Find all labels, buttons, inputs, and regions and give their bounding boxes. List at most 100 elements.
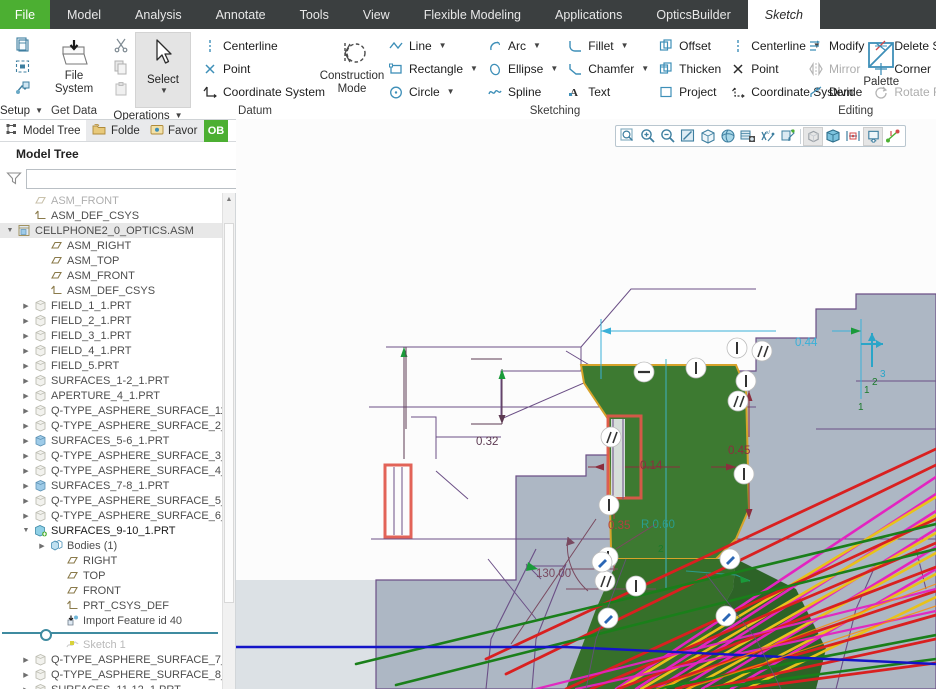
dim-0-32-text[interactable]: 0.32 (476, 436, 498, 448)
model-tree-item[interactable]: ▶Q-TYPE_ASPHERE_SURFACE_3_1.PRT (0, 448, 222, 463)
zoom-out-icon[interactable] (658, 127, 678, 146)
line-button[interactable]: Line▼ (385, 34, 484, 57)
tree-expand-arrow-icon[interactable]: ▶ (20, 392, 32, 400)
menu-tools[interactable]: Tools (283, 0, 346, 29)
dim-2a-text[interactable]: 2 (658, 544, 664, 555)
menu-flexible-modeling[interactable]: Flexible Modeling (407, 0, 538, 29)
model-tree-item[interactable]: ASM_RIGHT (0, 238, 222, 253)
model-tree-item[interactable]: ▼CELLPHONE2_0_OPTICS.ASM (0, 223, 222, 238)
tree-expand-arrow-icon[interactable]: ▶ (20, 362, 32, 370)
menu-model[interactable]: Model (50, 0, 118, 29)
tree-expand-arrow-icon[interactable]: ▶ (20, 497, 32, 505)
appearance-icon[interactable] (10, 78, 34, 99)
model-tree-scrollbar[interactable]: ▲ (222, 193, 235, 689)
corner-button[interactable]: Corner (870, 57, 936, 80)
dim-r-0-60-text[interactable]: R 0.60 (641, 519, 675, 531)
model-tree-item[interactable]: RIGHT (0, 553, 222, 568)
model-tree-item[interactable]: ASM_DEF_CSYS (0, 283, 222, 298)
menu-applications[interactable]: Applications (538, 0, 639, 29)
scrollbar-thumb[interactable] (224, 223, 234, 603)
tree-expand-arrow-icon[interactable]: ▶ (36, 542, 48, 550)
insert-here-indicator[interactable] (0, 628, 222, 637)
thicken-button[interactable]: Thicken (655, 57, 727, 80)
tree-expand-arrow-icon[interactable]: ▶ (20, 422, 32, 430)
model-tree-item[interactable]: ▶FIELD_5.PRT (0, 358, 222, 373)
refit-icon[interactable] (678, 127, 698, 146)
chevron-down-icon[interactable]: ▼ (160, 86, 168, 95)
tree-expand-arrow-icon[interactable]: ▶ (20, 512, 32, 520)
sketch-constraints-icon[interactable] (883, 127, 903, 146)
tree-expand-arrow-icon[interactable]: ▶ (20, 377, 32, 385)
model-tree-item[interactable]: ▶FIELD_4_1.PRT (0, 343, 222, 358)
tab-model-tree[interactable]: Model Tree (0, 120, 86, 141)
tree-expand-arrow-icon[interactable]: ▶ (20, 437, 32, 445)
model-tree-list[interactable]: ASM_FRONTASM_DEF_CSYS▼CELLPHONE2_0_OPTIC… (0, 193, 222, 689)
annotation-display-icon[interactable] (778, 127, 798, 146)
datum-point-button[interactable]: Point (199, 57, 331, 80)
cut-icon[interactable] (109, 34, 133, 55)
dim-0-14-text[interactable]: 0.14 (640, 460, 662, 472)
delete-segment-button[interactable]: Delete Segment (870, 34, 936, 57)
tree-expand-arrow-icon[interactable]: ▶ (20, 656, 32, 664)
model-tree-item[interactable]: ▶FIELD_1_1.PRT (0, 298, 222, 313)
dim-2b-text[interactable]: 2 (872, 377, 878, 388)
rectangle-button[interactable]: Rectangle▼ (385, 57, 484, 80)
tree-expand-arrow-icon[interactable]: ▶ (20, 407, 32, 415)
text-button[interactable]: A Text (564, 80, 655, 103)
spline-button[interactable]: Spline (484, 80, 564, 103)
model-tree-item[interactable]: ▶SURFACES_5-6_1.PRT (0, 433, 222, 448)
model-tree-item[interactable]: ▶Q-TYPE_ASPHERE_SURFACE_7_1.PRT (0, 652, 222, 667)
model-tree-item[interactable]: ▶Q-TYPE_ASPHERE_SURFACE_11.PRT (0, 403, 222, 418)
dim-0-44-text[interactable]: 0.44 (795, 337, 817, 349)
model-tree-item[interactable]: ASM_FRONT (0, 193, 222, 208)
menu-view[interactable]: View (346, 0, 407, 29)
arc-button[interactable]: Arc▼ (484, 34, 564, 57)
model-tree-item[interactable]: Sketch 1 (0, 637, 222, 652)
model-tree-item[interactable]: ▶APERTURE_4_1.PRT (0, 388, 222, 403)
model-tree-item[interactable]: FRONT (0, 583, 222, 598)
display-style-icon[interactable] (698, 127, 718, 146)
chevron-down-icon[interactable]: ▼ (641, 64, 649, 73)
model-tree-item[interactable]: ▶Q-TYPE_ASPHERE_SURFACE_8_1.PRT (0, 667, 222, 682)
zoom-in-icon[interactable] (638, 127, 658, 146)
circle-button[interactable]: Circle▼ (385, 80, 484, 103)
tree-expand-arrow-icon[interactable]: ▶ (20, 686, 32, 689)
divide-button[interactable]: Divide (805, 80, 870, 103)
chevron-down-icon[interactable]: ▼ (447, 87, 455, 96)
dim-0-35-text[interactable]: 0.35 (608, 520, 630, 532)
dim-0-45-text[interactable]: 0.45 (728, 445, 750, 457)
model-tree-item[interactable]: ▶FIELD_2_1.PRT (0, 313, 222, 328)
tree-expand-arrow-icon[interactable]: ▶ (20, 452, 32, 460)
dim-130-00-text[interactable]: 130.00 (536, 568, 571, 580)
view-manager-icon[interactable] (738, 127, 758, 146)
chevron-down-icon[interactable]: ▼ (533, 41, 541, 50)
tree-collapse-arrow-icon[interactable]: ▼ (20, 527, 32, 534)
graphics-viewport[interactable]: 0.44 0.32 0.14 0.45 0.35 R 0.60 130.00 2… (236, 119, 936, 689)
tree-expand-arrow-icon[interactable]: ▶ (20, 302, 32, 310)
tab-opticsbuilder[interactable]: OB (204, 120, 228, 142)
menu-analysis[interactable]: Analysis (118, 0, 199, 29)
sketch-view-icon[interactable] (863, 127, 883, 146)
tree-collapse-arrow-icon[interactable]: ▼ (4, 227, 16, 234)
chamfer-button[interactable]: Chamfer▼ (564, 57, 655, 80)
datum-csys-button[interactable]: Coordinate System (199, 80, 331, 103)
model-tree-item[interactable]: ▼SURFACES_9-10_1.PRT (0, 523, 222, 538)
model-tree-item[interactable]: PRT_CSYS_DEF (0, 598, 222, 613)
saved-orientation-icon[interactable] (718, 127, 738, 146)
menu-annotate[interactable]: Annotate (199, 0, 283, 29)
dim-1-text[interactable]: 1 (864, 385, 870, 396)
datum-centerline-button[interactable]: Centerline (199, 34, 331, 57)
menu-file[interactable]: File (0, 0, 50, 29)
chevron-down-icon[interactable]: ▼ (550, 64, 558, 73)
model-tree-item[interactable]: ASM_FRONT (0, 268, 222, 283)
tree-expand-arrow-icon[interactable]: ▶ (20, 332, 32, 340)
tree-expand-arrow-icon[interactable]: ▶ (20, 467, 32, 475)
chevron-down-icon[interactable]: ▼ (470, 64, 478, 73)
fillet-button[interactable]: Fillet▼ (564, 34, 655, 57)
chevron-down-icon[interactable]: ▼ (35, 103, 43, 119)
chevron-down-icon[interactable]: ▼ (439, 41, 447, 50)
menu-opticsbuilder[interactable]: OpticsBuilder (639, 0, 747, 29)
new-window-icon[interactable] (10, 34, 34, 55)
menu-sketch-active[interactable]: Sketch (748, 0, 820, 29)
model-tree-item[interactable]: ▶Bodies (1) (0, 538, 222, 553)
